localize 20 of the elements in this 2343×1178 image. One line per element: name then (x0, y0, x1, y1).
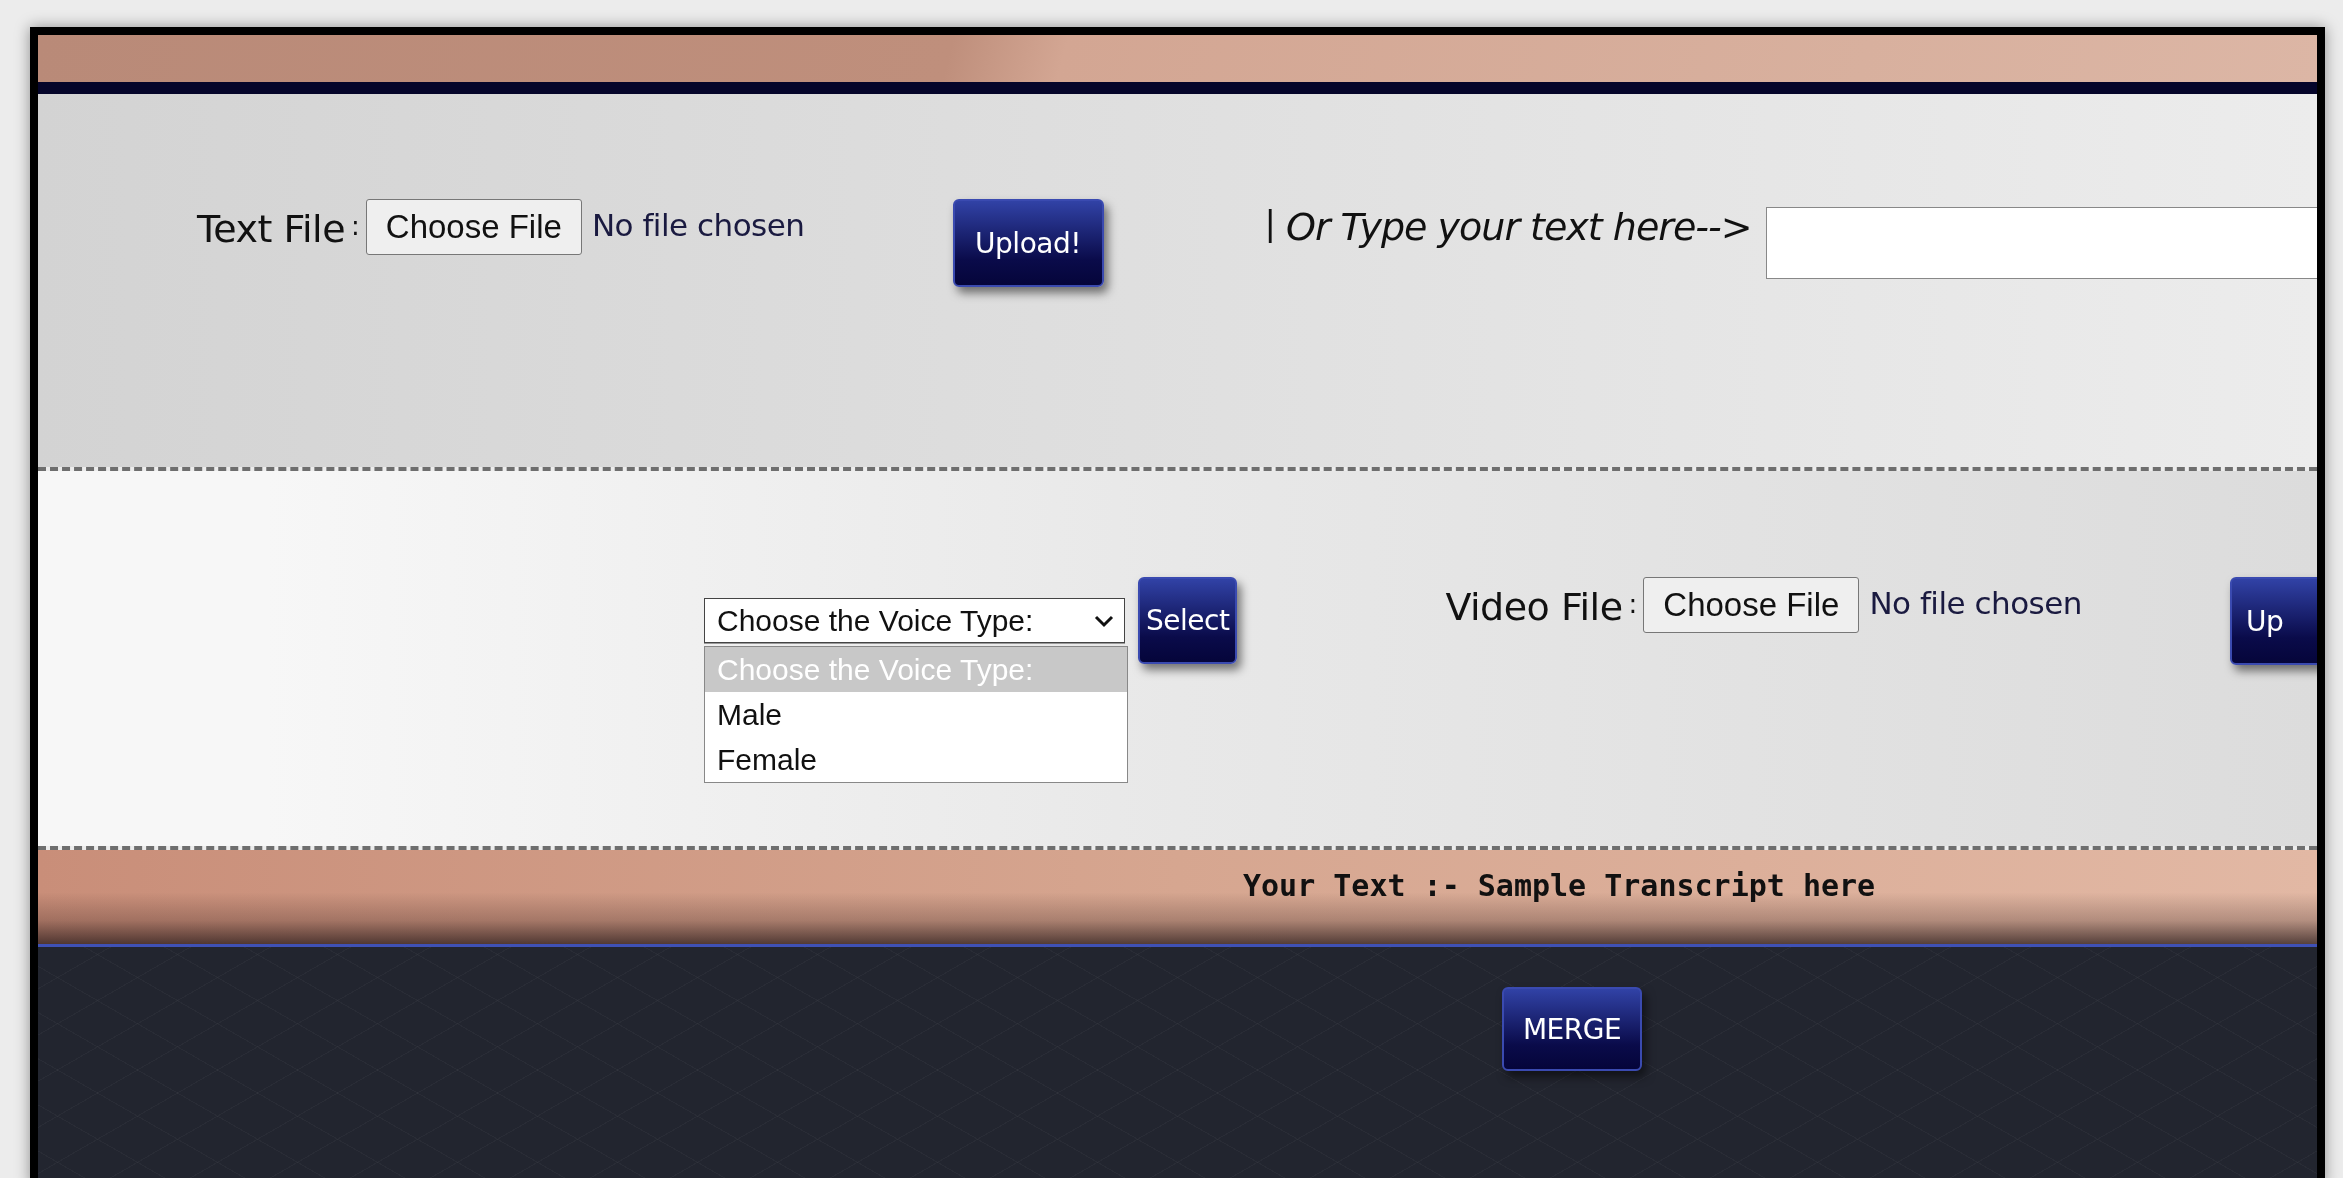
chevron-icon (1094, 613, 1114, 628)
text-input-field[interactable] (1765, 207, 2317, 279)
upload-button[interactable]: Up (2230, 577, 2317, 665)
pipe-text: | (1264, 203, 1276, 243)
merge-button[interactable]: MERGE (1502, 987, 1642, 1071)
choose-file-button[interactable]: Choose File (1643, 577, 1860, 633)
prompt-text: Or Type your text here--> (1285, 205, 1752, 249)
dropdown-option[interactable]: Male (705, 692, 1127, 737)
file-status: No file chosen (591, 207, 805, 243)
field-label: Text File (197, 207, 346, 251)
file-status: No file chosen (1869, 585, 2082, 621)
voice-select[interactable]: Choose the Voice Type: (704, 598, 1125, 643)
choose-file-button[interactable]: Choose File (365, 199, 582, 255)
field-label: Video File (1445, 585, 1623, 629)
upload-button[interactable]: Upload! (952, 199, 1104, 287)
colon-text: : (1628, 589, 1638, 619)
colon-text: : (351, 211, 360, 241)
transcript-text: Your Text :- Sample Transcript here (1243, 868, 1876, 905)
dropdown-option[interactable]: Female (705, 737, 1127, 782)
select-button[interactable]: Select (1138, 577, 1238, 664)
